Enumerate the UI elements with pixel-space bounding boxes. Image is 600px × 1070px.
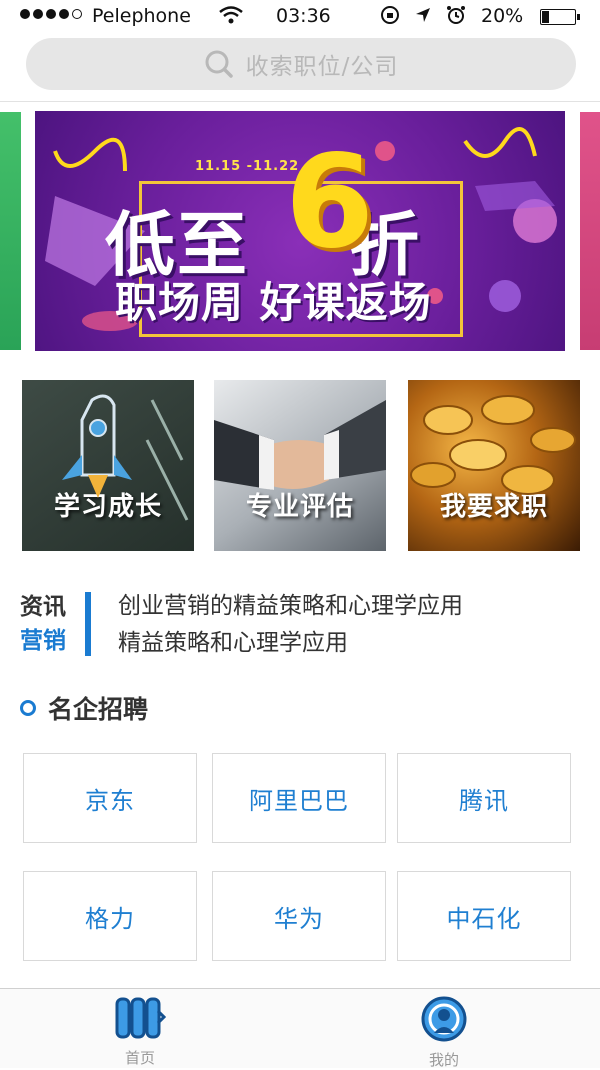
company-name: 华为 bbox=[274, 904, 324, 933]
banner-discount-number: 6 bbox=[285, 128, 375, 277]
wifi-icon bbox=[218, 5, 244, 30]
clock-time: 03:36 bbox=[276, 5, 331, 27]
news-label-line2: 营销 bbox=[20, 628, 66, 654]
company-card-tencent[interactable]: 腾讯 bbox=[397, 753, 571, 843]
tab-profile[interactable]: 我的 bbox=[384, 995, 504, 1070]
home-icon bbox=[115, 997, 167, 1039]
company-name: 腾讯 bbox=[459, 786, 509, 815]
category-professional-assessment[interactable]: 专业评估 bbox=[214, 380, 386, 551]
header-divider bbox=[0, 101, 600, 102]
news-category-label: 资讯 营销 bbox=[20, 590, 66, 658]
battery-percentage: 20% bbox=[481, 5, 524, 27]
banner-date: 11.15 -11.22 bbox=[195, 159, 300, 174]
status-bar: Pelephone 03:36 20% bbox=[0, 0, 600, 32]
signal-strength-icon bbox=[20, 9, 82, 19]
news-label-line1: 资讯 bbox=[20, 594, 66, 620]
handshake-icon bbox=[214, 400, 386, 490]
category-job-search[interactable]: 我要求职 bbox=[408, 380, 580, 551]
company-card-sinopec[interactable]: 中石化 bbox=[397, 871, 571, 961]
company-name: 中石化 bbox=[446, 904, 522, 933]
search-input[interactable]: 收索职位/公司 bbox=[26, 38, 576, 90]
company-card-gree[interactable]: 格力 bbox=[23, 871, 197, 961]
company-name: 格力 bbox=[85, 904, 135, 933]
coins-icon bbox=[410, 395, 576, 495]
banner-subline: 职场周 好课返场 bbox=[115, 278, 432, 327]
tab-home[interactable]: 首页 bbox=[80, 995, 200, 1068]
tab-label: 首页 bbox=[124, 1049, 155, 1067]
bottom-tab-bar: 首页 我的 bbox=[0, 988, 600, 1070]
company-name: 阿里巴巴 bbox=[249, 786, 349, 815]
company-name: 京东 bbox=[85, 786, 135, 815]
company-card-huawei[interactable]: 华为 bbox=[212, 871, 386, 961]
battery-icon bbox=[540, 9, 580, 25]
news-ticker[interactable]: 创业营销的精益策略和心理学应用 精益策略和心理学应用 bbox=[118, 588, 463, 662]
section-title-text: 名企招聘 bbox=[48, 695, 149, 724]
location-arrow-icon bbox=[416, 8, 430, 22]
section-title-famous-companies: 名企招聘 bbox=[20, 690, 148, 726]
rocket-icon bbox=[62, 394, 189, 521]
category-learning-growth[interactable]: 学习成长 bbox=[22, 380, 194, 551]
banner-previous-slide[interactable] bbox=[0, 112, 21, 350]
promo-banner[interactable]: 11.15 -11.22 低至折 6 职场周 好课返场 bbox=[35, 111, 565, 351]
search-icon bbox=[205, 50, 233, 78]
banner-next-slide[interactable] bbox=[580, 112, 600, 350]
search-placeholder: 收索职位/公司 bbox=[245, 54, 399, 80]
profile-icon bbox=[421, 996, 467, 1042]
company-card-jd[interactable]: 京东 bbox=[23, 753, 197, 843]
alarm-clock-icon bbox=[447, 6, 465, 24]
carrier-name: Pelephone bbox=[92, 5, 191, 27]
news-headline[interactable]: 精益策略和心理学应用 bbox=[118, 625, 463, 662]
rotation-lock-icon bbox=[381, 6, 399, 24]
section-bullet-icon bbox=[20, 700, 36, 716]
news-headline[interactable]: 创业营销的精益策略和心理学应用 bbox=[118, 588, 463, 625]
company-card-alibaba[interactable]: 阿里巴巴 bbox=[212, 753, 386, 843]
news-accent-bar bbox=[85, 592, 91, 656]
